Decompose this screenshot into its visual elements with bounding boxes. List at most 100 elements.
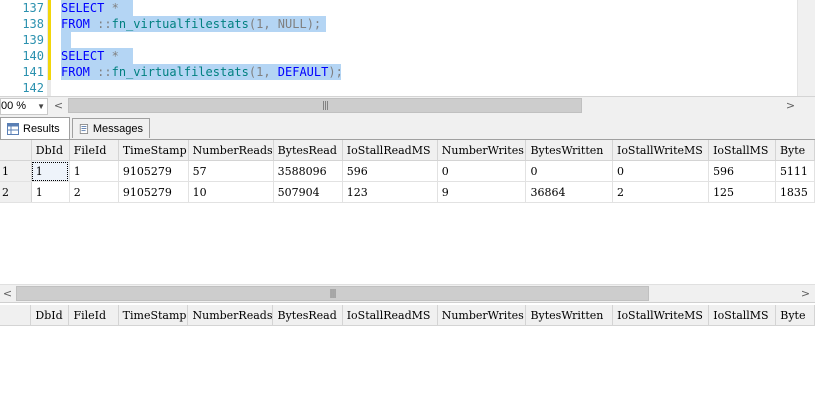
code-line[interactable]: SELECT * xyxy=(61,48,119,64)
scroll-left-button[interactable]: < xyxy=(51,98,66,113)
code-line[interactable]: FROM ::fn_virtualfilestats(1, DEFAULT); xyxy=(61,64,343,80)
results-tab-strip: Results Messages xyxy=(0,115,815,140)
row-number[interactable]: 2 xyxy=(0,181,32,203)
change-marker xyxy=(48,32,51,48)
table-cell[interactable]: 125 xyxy=(708,181,776,203)
column-header[interactable]: BytesWritten xyxy=(525,305,614,326)
star: * xyxy=(104,1,119,15)
column-header[interactable]: DbId xyxy=(31,140,70,161)
header-row: DbId FileId TimeStamp NumberReads BytesR… xyxy=(0,140,815,161)
table-cell[interactable]: 36864 xyxy=(525,181,613,203)
tab-messages[interactable]: Messages xyxy=(72,118,150,138)
column-header[interactable]: NumberReads xyxy=(188,140,274,161)
star: * xyxy=(104,49,119,63)
function-name: fn_virtualfilestats xyxy=(111,17,249,31)
null-literal: NULL xyxy=(277,17,307,31)
column-header[interactable]: IoStallReadMS xyxy=(342,305,438,326)
table-cell[interactable]: 3588096 xyxy=(273,160,343,182)
line-number: 137 xyxy=(22,1,44,15)
header-row: DbId FileId TimeStamp NumberReads BytesR… xyxy=(0,305,815,326)
column-header[interactable]: Byte xyxy=(775,305,815,326)
args-close: ); xyxy=(306,17,322,31)
line-number-gutter: 137 138 139 140 141 142 xyxy=(0,0,47,96)
table-cell[interactable]: 2 xyxy=(612,181,710,203)
scroll-left-button[interactable]: < xyxy=(0,286,15,301)
args-close: ); xyxy=(328,65,343,79)
table-cell[interactable]: 507904 xyxy=(273,181,343,203)
row-selector-header[interactable] xyxy=(0,140,32,161)
column-header[interactable]: IoStallWriteMS xyxy=(612,140,710,161)
column-header[interactable]: TimeStamp xyxy=(118,140,189,161)
table-cell[interactable]: 9105279 xyxy=(118,160,189,182)
scroll-right-button[interactable]: > xyxy=(798,286,813,301)
zoom-value: 00 % xyxy=(1,100,27,112)
args: (1, xyxy=(248,65,278,79)
column-header[interactable]: BytesRead xyxy=(272,305,343,326)
table-cell[interactable]: 1835 xyxy=(775,181,815,203)
grip-icon: ||| xyxy=(329,288,336,299)
table-cell[interactable]: 2 xyxy=(69,181,119,203)
code-line[interactable]: SELECT * xyxy=(61,0,119,16)
keyword-from: FROM xyxy=(61,65,90,79)
table-cell[interactable]: 0 xyxy=(437,160,527,182)
column-header[interactable]: IoStallReadMS xyxy=(342,140,438,161)
editor-vertical-scrollbar[interactable] xyxy=(797,0,815,96)
selection-highlight xyxy=(61,32,71,48)
column-header[interactable]: IoStallMS xyxy=(708,140,776,161)
keyword-select: SELECT xyxy=(61,49,105,63)
table-cell[interactable]: 123 xyxy=(342,181,438,203)
line-number: 141 xyxy=(22,65,44,79)
table-cell[interactable]: 57 xyxy=(188,160,274,182)
results-table: DbId FileId TimeStamp NumberReads BytesR… xyxy=(0,305,815,326)
table-row[interactable]: 1 1 1 9105279 57 3588096 596 0 0 0 596 5… xyxy=(0,160,815,182)
column-header[interactable]: IoStallMS xyxy=(708,305,777,326)
table-cell[interactable]: 596 xyxy=(342,160,438,182)
table-cell[interactable]: 1 xyxy=(69,160,119,182)
table-cell[interactable]: 0 xyxy=(612,160,710,182)
column-header[interactable]: NumberWrites xyxy=(437,305,527,326)
table-cell[interactable]: 0 xyxy=(525,160,613,182)
table-cell[interactable]: 596 xyxy=(708,160,776,182)
change-marker xyxy=(48,16,51,32)
table-row[interactable]: 2 1 2 9105279 10 507904 123 9 36864 2 12… xyxy=(0,181,815,203)
column-header[interactable]: DbId xyxy=(30,305,70,326)
separator: :: xyxy=(89,17,112,31)
scroll-right-button[interactable]: > xyxy=(783,98,798,113)
change-marker xyxy=(48,64,51,80)
row-selector-header[interactable] xyxy=(0,305,32,326)
table-cell[interactable]: 1 xyxy=(31,181,70,203)
table-cell[interactable]: 9105279 xyxy=(118,181,189,203)
editor-hscroll-thumb[interactable]: ||| xyxy=(68,98,582,113)
column-header[interactable]: NumberReads xyxy=(187,305,274,326)
column-header[interactable]: FileId xyxy=(69,140,119,161)
chevron-down-icon: ▼ xyxy=(37,102,45,111)
query-editor[interactable]: 137 138 139 140 141 142 SELECT * FROM ::… xyxy=(0,0,815,96)
table-cell[interactable]: 9 xyxy=(437,181,527,203)
tab-messages-label: Messages xyxy=(92,122,143,135)
results-grid-1[interactable]: DbId FileId TimeStamp NumberReads BytesR… xyxy=(0,140,815,284)
column-header[interactable]: TimeStamp xyxy=(118,305,189,326)
column-header[interactable]: BytesRead xyxy=(273,140,343,161)
grid-1-hscroll-thumb[interactable]: ||| xyxy=(16,286,649,301)
args: (1, xyxy=(248,17,278,31)
table-cell[interactable]: 5111 xyxy=(775,160,815,182)
column-header[interactable]: FileId xyxy=(68,305,119,326)
line-number: 139 xyxy=(22,33,44,47)
line-number: 138 xyxy=(22,17,44,31)
change-marker xyxy=(48,0,51,16)
separator: :: xyxy=(89,65,112,79)
column-header[interactable]: Byte xyxy=(775,140,815,161)
row-number[interactable]: 1 xyxy=(0,160,32,182)
code-line[interactable]: FROM ::fn_virtualfilestats(1, NULL); xyxy=(61,16,321,32)
zoom-dropdown[interactable]: 00 % ▼ xyxy=(0,98,48,115)
editor-status-strip: 00 % ▼ < ||| > xyxy=(0,96,815,115)
column-header[interactable]: IoStallWriteMS xyxy=(612,305,710,326)
tab-results[interactable]: Results xyxy=(0,117,70,139)
results-grid-2[interactable]: DbId FileId TimeStamp NumberReads BytesR… xyxy=(0,305,815,413)
column-header[interactable]: NumberWrites xyxy=(437,140,527,161)
column-header[interactable]: BytesWritten xyxy=(525,140,613,161)
table-cell[interactable]: 1 xyxy=(31,160,70,182)
table-cell[interactable]: 10 xyxy=(188,181,274,203)
keyword-default: DEFAULT xyxy=(277,65,329,79)
grid-1-horizontal-scrollbar[interactable]: < ||| > xyxy=(0,284,815,303)
